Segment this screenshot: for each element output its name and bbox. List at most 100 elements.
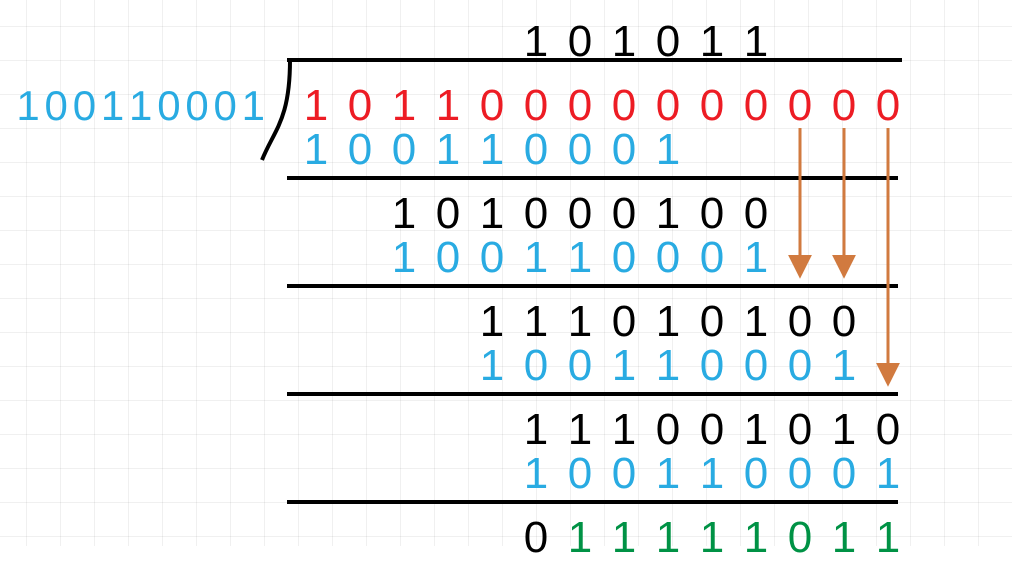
divisor-sub-digit: 0: [778, 344, 822, 388]
intermediate-digit: 0: [822, 300, 866, 344]
divisor-sub-digit: 1: [558, 236, 602, 280]
intermediate-digit: 0: [866, 408, 910, 452]
divisor-sub-digit: 0: [822, 452, 866, 496]
dividend-digit: 0: [778, 84, 822, 128]
divisor-sub-digit: 0: [602, 236, 646, 280]
divisor-sub-digit: 0: [470, 236, 514, 280]
intermediate-digit: 1: [558, 300, 602, 344]
intermediate-digit: 0: [690, 192, 734, 236]
intermediate-digit: 1: [470, 192, 514, 236]
divisor-digit: 0: [70, 84, 98, 128]
dividend-digit: 1: [382, 84, 426, 128]
divisor-sub-digit: 1: [866, 452, 910, 496]
dividend-digit: 1: [294, 84, 338, 128]
intermediate-digit: 0: [778, 300, 822, 344]
remainder-digit: 1: [734, 516, 778, 560]
dividend-digit: 0: [690, 84, 734, 128]
divisor-sub-digit: 0: [602, 452, 646, 496]
intermediate-digit: 0: [690, 300, 734, 344]
divisor-sub-digit: 0: [690, 344, 734, 388]
divisor-sub-digit: 1: [382, 236, 426, 280]
dividend-digit: 1: [426, 84, 470, 128]
divisor-sub-digit: 1: [514, 452, 558, 496]
divisor-sub-digit: 1: [822, 344, 866, 388]
subtraction-bar: [287, 500, 898, 504]
remainder-digit: 1: [690, 516, 734, 560]
divisor-sub-digit: 0: [558, 452, 602, 496]
divisor-digit: 0: [155, 84, 183, 128]
divisor-sub-digit: 1: [426, 128, 470, 172]
divisor-sub-digit: 1: [646, 452, 690, 496]
divisor-sub-digit: 0: [690, 236, 734, 280]
dividend-digit: 0: [646, 84, 690, 128]
intermediate-digit: 1: [822, 408, 866, 452]
divisor-sub-digit: 0: [734, 344, 778, 388]
divisor-digit: 0: [183, 84, 211, 128]
division-diagram: 1010111011000000000010011000110100010010…: [0, 0, 1012, 546]
divisor-sub-digit: 0: [734, 452, 778, 496]
divisor-sub-digit: 1: [514, 236, 558, 280]
remainder-digit: 1: [558, 516, 602, 560]
intermediate-digit: 0: [734, 192, 778, 236]
divisor-sub-digit: 0: [778, 452, 822, 496]
intermediate-digit: 0: [426, 192, 470, 236]
dividend-digit: 0: [602, 84, 646, 128]
divisor-sub-digit: 0: [558, 128, 602, 172]
divisor-sub-digit: 0: [382, 128, 426, 172]
dividend-digit: 0: [558, 84, 602, 128]
dividend-digit: 0: [822, 84, 866, 128]
bracket-top-bar: [287, 58, 902, 62]
intermediate-digit: 1: [470, 300, 514, 344]
subtraction-bar: [287, 284, 898, 288]
intermediate-digit: 0: [514, 192, 558, 236]
intermediate-digit: 1: [734, 300, 778, 344]
remainder-digit: 1: [822, 516, 866, 560]
divisor-sub-digit: 0: [514, 128, 558, 172]
intermediate-digit: 0: [602, 300, 646, 344]
intermediate-digit: 0: [646, 408, 690, 452]
divisor-digit: 1: [239, 84, 267, 128]
remainder-digit: 1: [646, 516, 690, 560]
dividend-digit: 0: [338, 84, 382, 128]
divisor-digit: 1: [14, 84, 42, 128]
divisor-sub-digit: 1: [646, 128, 690, 172]
divisor-sub-digit: 0: [602, 128, 646, 172]
intermediate-digit: 1: [514, 300, 558, 344]
dividend-digit: 0: [734, 84, 778, 128]
intermediate-digit: 1: [646, 300, 690, 344]
dividend-digit: 0: [866, 84, 910, 128]
divisor-digit: 0: [211, 84, 239, 128]
divisor-sub-digit: 0: [646, 236, 690, 280]
remainder-digit: 0: [514, 516, 558, 560]
remainder-digit: 1: [866, 516, 910, 560]
intermediate-digit: 1: [558, 408, 602, 452]
dividend-digit: 0: [514, 84, 558, 128]
divisor-sub-digit: 1: [470, 344, 514, 388]
divisor-digit: 1: [98, 84, 126, 128]
intermediate-digit: 0: [558, 192, 602, 236]
intermediate-digit: 1: [382, 192, 426, 236]
divisor-sub-digit: 0: [426, 236, 470, 280]
divisor-sub-digit: 1: [294, 128, 338, 172]
divisor-digit: 1: [127, 84, 155, 128]
divisor-sub-digit: 0: [514, 344, 558, 388]
divisor-sub-digit: 1: [690, 452, 734, 496]
intermediate-digit: 0: [690, 408, 734, 452]
divisor-sub-digit: 1: [470, 128, 514, 172]
divisor-sub-digit: 0: [338, 128, 382, 172]
intermediate-digit: 1: [646, 192, 690, 236]
intermediate-digit: 1: [734, 408, 778, 452]
intermediate-digit: 1: [514, 408, 558, 452]
subtraction-bar: [287, 392, 898, 396]
intermediate-digit: 0: [778, 408, 822, 452]
intermediate-digit: 1: [602, 408, 646, 452]
divisor-sub-digit: 1: [602, 344, 646, 388]
subtraction-bar: [287, 176, 898, 180]
remainder-digit: 0: [778, 516, 822, 560]
divisor-digit: 0: [42, 84, 70, 128]
divisor-sub-digit: 0: [558, 344, 602, 388]
divisor-sub-digit: 1: [646, 344, 690, 388]
remainder-digit: 1: [602, 516, 646, 560]
intermediate-digit: 0: [602, 192, 646, 236]
dividend-digit: 0: [470, 84, 514, 128]
